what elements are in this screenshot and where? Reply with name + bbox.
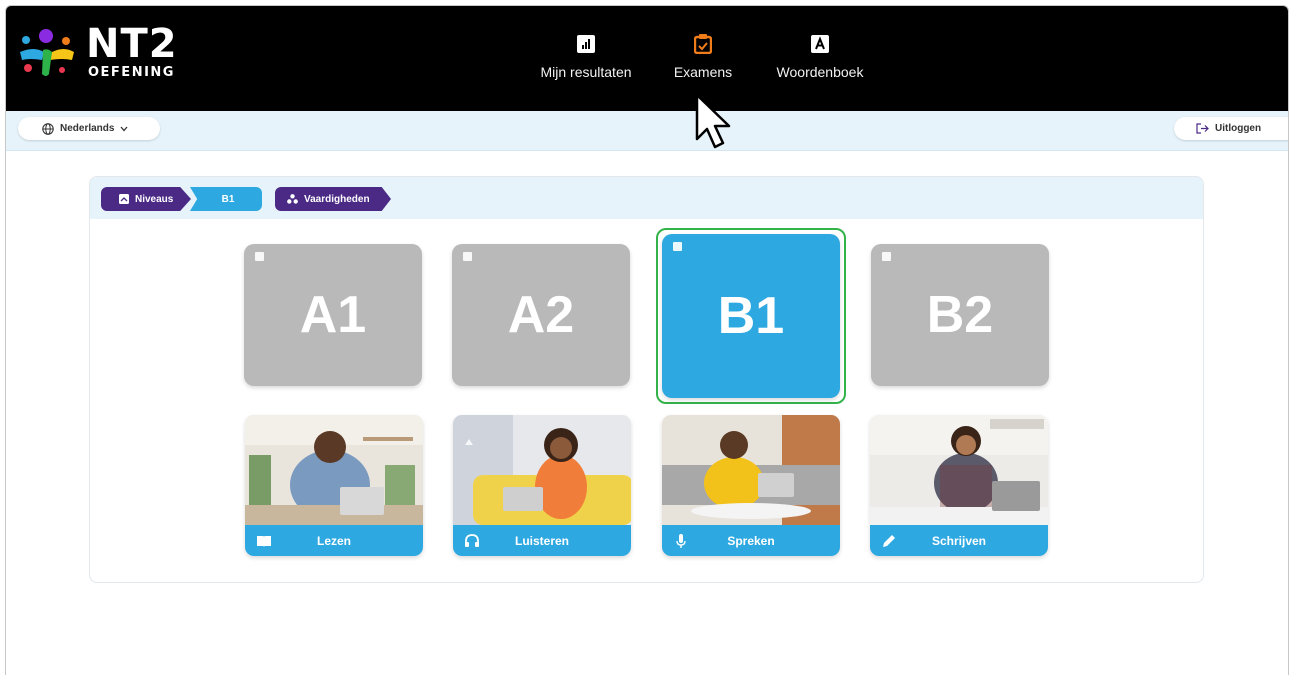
top-header: NT2 OEFENING Mijn resultaten Examens Woo…	[6, 6, 1288, 111]
logo-subtitle: OEFENING	[88, 65, 175, 80]
level-card-a2[interactable]: A2	[452, 244, 630, 386]
level-label: B2	[926, 286, 994, 344]
level-card-a1[interactable]: A1	[244, 244, 422, 386]
reading-photo	[245, 415, 423, 525]
skill-card-luisteren[interactable]: Luisteren	[453, 415, 631, 556]
speaking-photo	[662, 415, 840, 525]
content-panel: Niveaus B1 Vaardigheden A1 A2 B1 B2 Leze…	[89, 176, 1204, 583]
breadcrumb-current-level[interactable]: B1	[190, 187, 262, 211]
nav-examens[interactable]: Examens	[666, 34, 740, 80]
skill-card-lezen[interactable]: Lezen	[245, 415, 423, 556]
nav-label: Examens	[673, 64, 733, 80]
skill-bar: Lezen	[245, 525, 423, 556]
breadcrumb-label: B1	[221, 193, 235, 205]
level-card-b1[interactable]: B1	[662, 234, 840, 398]
headphones-icon	[465, 534, 479, 547]
skill-card-spreken[interactable]: Spreken	[662, 415, 840, 556]
nav-label: Mijn resultaten	[540, 64, 632, 80]
level-card-b2[interactable]: B2	[871, 244, 1049, 386]
skill-bar: Spreken	[662, 525, 840, 556]
nav-label: Woordenboek	[776, 64, 864, 80]
breadcrumb-label: Niveaus	[135, 193, 174, 205]
chart-icon	[576, 34, 596, 54]
book-icon	[257, 536, 271, 547]
skill-label: Lezen	[316, 533, 351, 548]
nav-mijn-resultaten[interactable]: Mijn resultaten	[533, 34, 639, 80]
level-label: B1	[717, 287, 785, 345]
language-select[interactable]: Nederlands	[18, 117, 160, 140]
breadcrumb-label: Vaardigheden	[304, 193, 370, 205]
level-icon	[463, 252, 472, 261]
listening-photo	[453, 415, 631, 525]
skill-label: Schrijven	[931, 533, 987, 548]
nav-woordenboek[interactable]: Woordenboek	[770, 34, 870, 80]
app-window: NT2 OEFENING Mijn resultaten Examens Woo…	[5, 5, 1289, 675]
level-icon	[119, 194, 129, 204]
logo-title: NT2	[86, 21, 178, 67]
exam-icon	[693, 34, 713, 54]
level-icon	[255, 252, 264, 261]
toolbar: Nederlands Uitloggen	[6, 111, 1288, 151]
writing-photo	[870, 415, 1048, 525]
logout-button[interactable]: Uitloggen	[1174, 117, 1288, 140]
logout-label: Uitloggen	[1215, 123, 1262, 134]
pencil-icon	[883, 535, 895, 547]
skill-label: Spreken	[727, 533, 775, 548]
microphone-icon	[676, 534, 686, 548]
level-icon	[673, 242, 682, 251]
skill-bar: Luisteren	[453, 525, 631, 556]
skill-label: Luisteren	[514, 533, 569, 548]
globe-icon	[42, 122, 54, 135]
logout-icon	[1196, 123, 1209, 134]
breadcrumb-niveaus[interactable]: Niveaus	[101, 187, 191, 211]
chevron-down-icon	[120, 126, 128, 131]
skills-icon	[287, 194, 298, 204]
level-icon	[882, 252, 891, 261]
nt2-logo[interactable]: NT2 OEFENING	[16, 21, 186, 84]
level-label: A2	[507, 286, 575, 344]
skill-bar: Schrijven	[870, 525, 1048, 556]
level-label: A1	[299, 286, 367, 344]
logo-mark-icon	[20, 29, 74, 76]
breadcrumb-vaardigheden[interactable]: Vaardigheden	[275, 187, 391, 211]
dictionary-icon	[810, 34, 830, 54]
breadcrumb: Niveaus B1 Vaardigheden	[90, 177, 1203, 219]
skill-card-schrijven[interactable]: Schrijven	[870, 415, 1048, 556]
language-label: Nederlands	[60, 123, 115, 134]
